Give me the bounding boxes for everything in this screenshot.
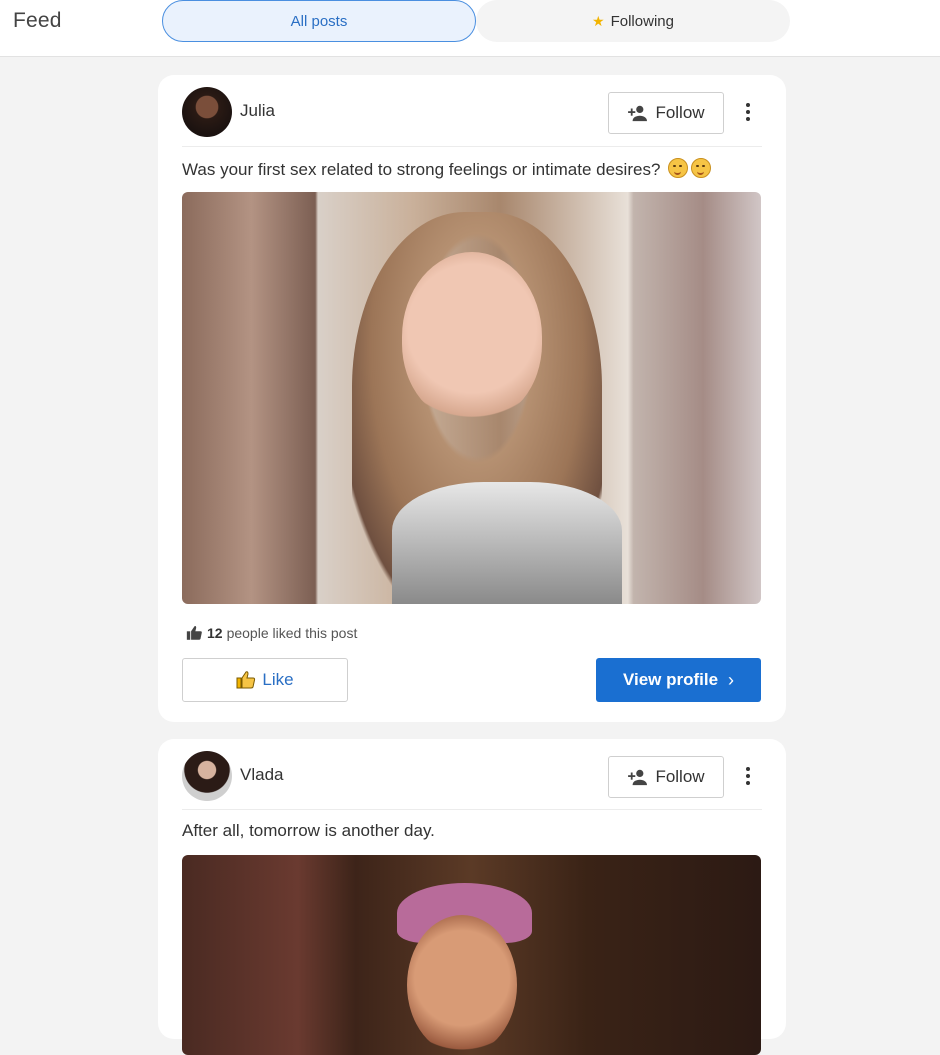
- kiss-emoji-icon: [668, 158, 689, 178]
- post-photo[interactable]: [182, 192, 761, 604]
- post-text-content: Was your first sex related to strong fee…: [182, 160, 661, 179]
- divider: [182, 809, 762, 810]
- chevron-right-icon: ›: [728, 669, 735, 690]
- smile-emoji-icon: [691, 158, 712, 178]
- view-profile-button[interactable]: View profile ›: [596, 658, 761, 702]
- star-icon: ★: [592, 12, 605, 29]
- follow-button[interactable]: Follow: [608, 92, 724, 134]
- likes-text: people liked this post: [226, 625, 358, 641]
- post-card: Vlada Follow After all, tomorrow is anot…: [158, 739, 786, 1055]
- post-header: Vlada Follow: [182, 751, 762, 801]
- tab-label: All posts: [290, 12, 348, 30]
- view-profile-label: View profile: [622, 670, 719, 689]
- like-button[interactable]: Like: [182, 658, 348, 702]
- post-card: Julia Follow Was your first sex related …: [158, 75, 786, 722]
- thumbs-up-icon: [186, 625, 202, 640]
- photo-face: [407, 915, 517, 1055]
- follow-button[interactable]: Follow: [608, 756, 724, 798]
- post-header: Julia Follow: [182, 87, 762, 137]
- avatar[interactable]: [182, 751, 232, 801]
- photo-shirt: [392, 482, 622, 604]
- more-options-icon[interactable]: [738, 763, 758, 789]
- follow-label: Follow: [655, 103, 705, 122]
- thumbs-up-icon: [236, 671, 256, 689]
- likes-count: 12: [207, 625, 223, 641]
- post-text: After all, tomorrow is another day.: [182, 821, 435, 840]
- tab-label: Following: [610, 12, 674, 30]
- username[interactable]: Julia: [240, 101, 275, 121]
- like-label: Like: [262, 670, 294, 689]
- follow-label: Follow: [655, 767, 705, 786]
- divider: [182, 146, 762, 147]
- tab-following[interactable]: ★ Following: [476, 0, 790, 42]
- avatar[interactable]: [182, 87, 232, 137]
- tab-all-posts[interactable]: All posts: [162, 0, 476, 42]
- post-text: Was your first sex related to strong fee…: [182, 158, 712, 180]
- add-person-icon: [628, 769, 648, 786]
- photo-face: [402, 252, 542, 422]
- likes-summary: 12 people liked this post: [186, 625, 357, 641]
- post-photo[interactable]: [182, 855, 761, 1055]
- username[interactable]: Vlada: [240, 765, 283, 785]
- page-title: Feed: [13, 9, 62, 32]
- more-options-icon[interactable]: [738, 99, 758, 125]
- add-person-icon: [628, 105, 648, 122]
- top-bar: Feed All posts ★ Following: [0, 0, 940, 57]
